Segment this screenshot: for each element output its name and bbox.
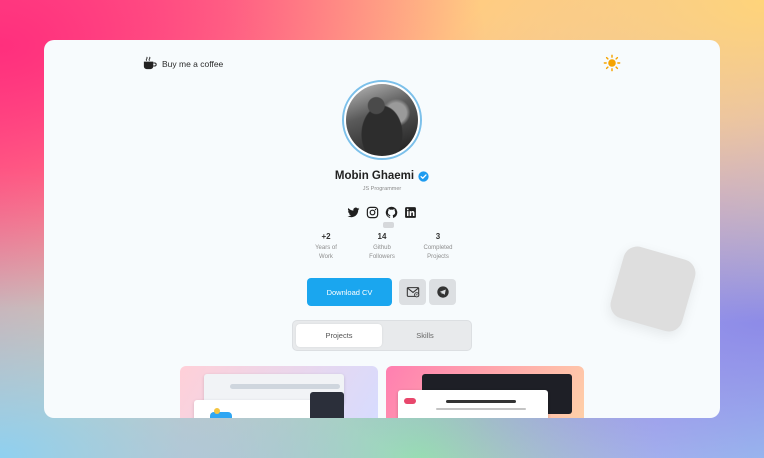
avatar [342, 80, 422, 160]
linkedin-icon [405, 207, 416, 218]
project-preview-window [398, 390, 548, 418]
tab-projects[interactable]: Projects [296, 324, 382, 347]
project-preview-dark-panel [310, 392, 344, 418]
tab-skills[interactable]: Skills [382, 324, 468, 347]
stat-label-line: Followers [369, 254, 395, 260]
profile-name-row: Mobin Ghaemi [44, 170, 720, 182]
buy-me-a-coffee-link[interactable]: Buy me a coffee [142, 56, 223, 71]
project-card-thumbnail[interactable] [180, 366, 378, 418]
stat-label-line: Projects [427, 254, 449, 260]
theme-toggle-button[interactable] [603, 54, 621, 72]
mail-icon [406, 287, 419, 298]
stat-value: 14 [377, 232, 387, 241]
instagram-link[interactable] [366, 206, 379, 219]
tooltip-indicator [383, 222, 394, 228]
stat-value: 3 [435, 232, 441, 241]
project-preview-logo [404, 398, 416, 404]
stat-label-line: Years of [315, 245, 337, 251]
sun-icon [603, 54, 621, 72]
project-preview-text-line [436, 408, 526, 410]
stat-label: Github Followers [354, 244, 410, 262]
github-icon [385, 206, 398, 218]
stat-label: Years of Work [298, 244, 354, 262]
twitter-link[interactable] [347, 206, 360, 219]
verified-badge-icon [418, 170, 429, 182]
coffee-label: Buy me a coffee [162, 58, 224, 69]
profile-name: Mobin Ghaemi [334, 170, 415, 182]
stat-label-line: Completed [423, 245, 453, 251]
download-cv-button[interactable]: Download CV [307, 278, 392, 306]
project-card-thumbnail[interactable] [386, 366, 584, 418]
stat-label-line: Work [319, 254, 333, 260]
stat-completed-projects: 3 Completed Projects [410, 232, 466, 262]
stat-value: +2 [321, 232, 331, 241]
profile-card: Buy me a coffee Mobin Ghaemi JS Programm… [44, 40, 720, 418]
stat-label-line: Github [373, 245, 391, 251]
instagram-icon [366, 206, 379, 219]
telegram-button[interactable] [429, 279, 456, 305]
project-preview-bar [230, 384, 340, 389]
email-button[interactable] [399, 279, 426, 305]
telegram-icon [436, 286, 449, 298]
stats-row: +2 Years of Work 14 Github Followers 3 C… [298, 232, 466, 262]
project-preview-dot [214, 408, 220, 414]
stat-github-followers: 14 Github Followers [354, 232, 410, 262]
profile-role: JS Programmer [362, 186, 402, 192]
project-preview-text-line [446, 400, 516, 403]
avatar-photo [346, 84, 418, 156]
github-link[interactable] [385, 206, 398, 219]
linkedin-link[interactable] [404, 206, 417, 219]
stat-label: Completed Projects [410, 244, 466, 262]
coffee-cup-icon [143, 56, 157, 70]
stat-years-of-work: +2 Years of Work [298, 232, 354, 262]
social-links [44, 206, 720, 219]
project-preview-accent [210, 412, 232, 418]
twitter-icon [347, 207, 360, 218]
content-tabs: Projects Skills [292, 320, 472, 351]
